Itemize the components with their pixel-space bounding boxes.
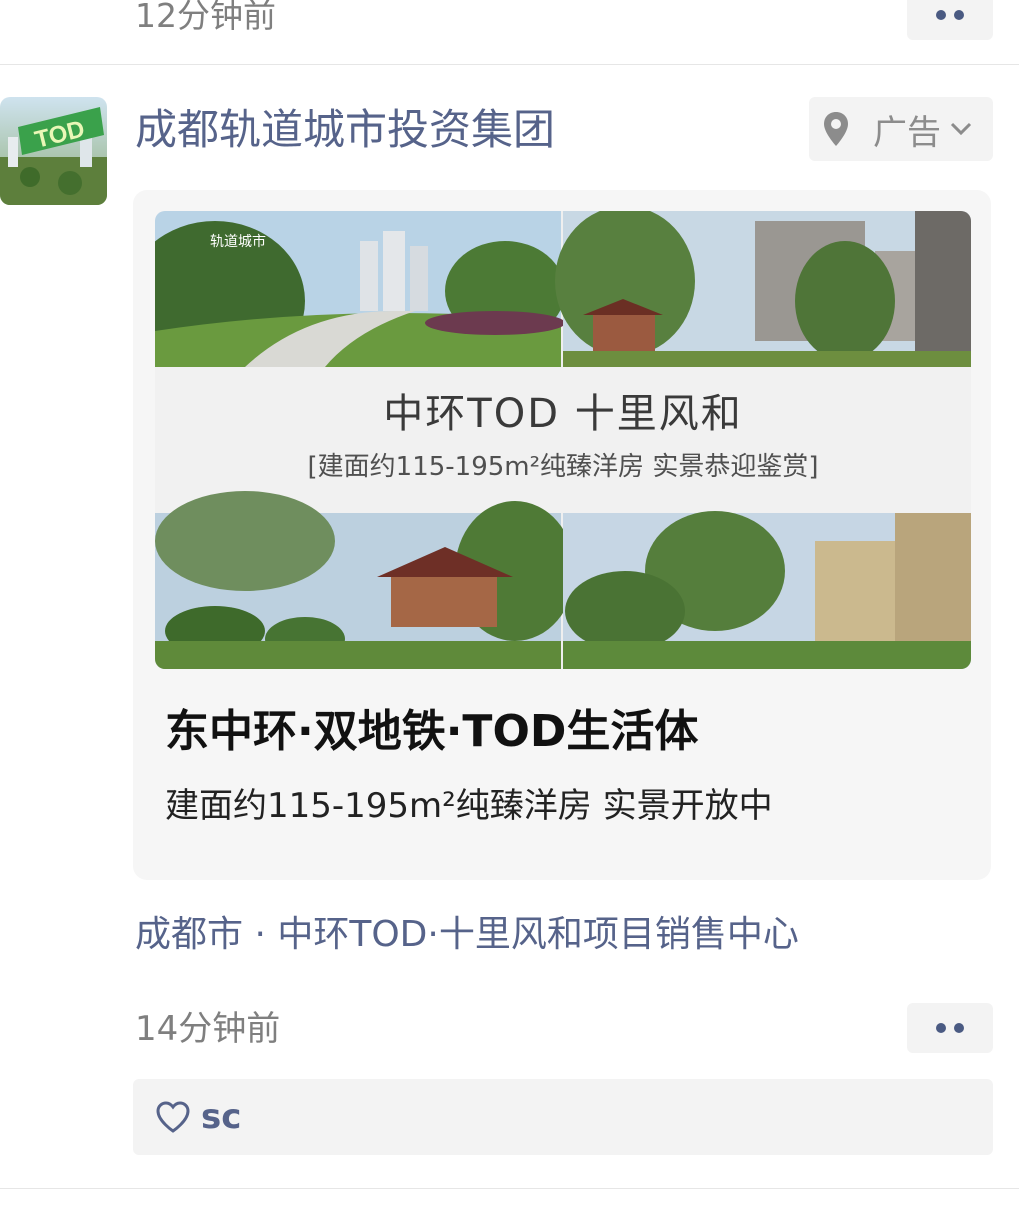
post-location-link[interactable]: 成都市 · 中环TOD·十里风和项目销售中心 (135, 910, 799, 960)
likes-bar: sc (133, 1079, 993, 1155)
post-divider-bottom (0, 1188, 1019, 1189)
post-divider (0, 64, 1019, 65)
ad-options-button[interactable]: 广告 (809, 97, 993, 161)
heart-icon (156, 1101, 190, 1133)
ad-label: 广告 (873, 112, 941, 153)
banner-brand-text: 轨道城市 (210, 234, 266, 250)
banner-subtitle: [建面约115-195m²纯臻洋房 实景恭迎鉴赏] (307, 452, 819, 482)
liker-name[interactable]: sc (201, 1097, 241, 1137)
avatar[interactable]: TOD (0, 97, 107, 205)
ad-card[interactable]: 轨道城市 中环TOD 十里风和 [建面约115-195m²纯臻洋房 实景恭迎鉴赏… (133, 190, 991, 880)
more-dots-icon (936, 1023, 946, 1033)
post-time: 14分钟前 (135, 1009, 281, 1049)
post-author-name[interactable]: 成都轨道城市投资集团 (135, 102, 555, 158)
card-title: 东中环·双地铁·TOD生活体 (165, 706, 699, 757)
previous-post-more-button[interactable] (907, 0, 993, 40)
banner-title: 中环TOD 十里风和 (383, 391, 743, 437)
more-dots-icon (936, 10, 946, 20)
ad-banner-image[interactable]: 轨道城市 中环TOD 十里风和 [建面约115-195m²纯臻洋房 实景恭迎鉴赏… (155, 211, 971, 669)
post-more-button[interactable] (907, 1003, 993, 1053)
location-pin-icon (824, 112, 848, 146)
previous-post-time: 12分钟前 (135, 0, 276, 35)
chevron-down-icon (950, 122, 972, 136)
card-description: 建面约115-195m²纯臻洋房 实景开放中 (165, 786, 773, 826)
